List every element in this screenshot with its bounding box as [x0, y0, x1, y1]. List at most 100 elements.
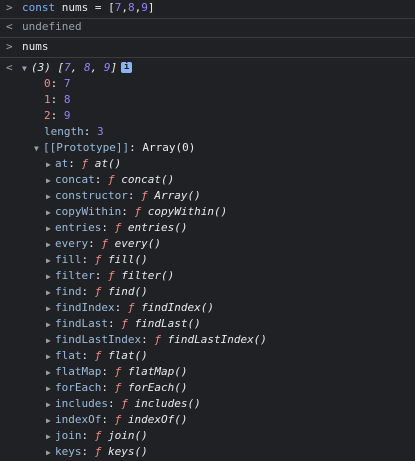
method-name: findIndex [55, 301, 115, 314]
method-name: entries [55, 221, 102, 234]
method-row[interactable]: ▶ filter: ƒ filter() [0, 268, 415, 284]
method-signature: includes() [134, 397, 201, 410]
method-row[interactable]: ▶ findLast: ƒ findLast() [0, 316, 415, 332]
prototype-key: [[Prototype]] [43, 141, 130, 154]
result-chevron-icon: < [6, 61, 13, 74]
method-row[interactable]: ▶ find: ƒ find() [0, 284, 415, 300]
collapse-triangle-icon[interactable]: ▶ [46, 189, 55, 205]
function-marker-icon: ƒ [114, 365, 122, 378]
expand-triangle-icon[interactable]: ▼ [22, 61, 31, 77]
collapse-triangle-icon[interactable]: ▶ [46, 445, 55, 461]
collapse-triangle-icon[interactable]: ▶ [46, 397, 55, 413]
method-signature: indexOf() [127, 413, 188, 426]
array-entry-row: 2: 9 [0, 108, 415, 124]
method-row[interactable]: ▶ flat: ƒ flat() [0, 348, 415, 364]
collapse-triangle-icon[interactable]: ▶ [46, 429, 55, 445]
console-input-line[interactable]: > nums [0, 39, 415, 55]
method-row[interactable]: ▶ constructor: ƒ Array() [0, 188, 415, 204]
method-row[interactable]: ▶ at: ƒ at() [0, 156, 415, 172]
length-row: length: 3 [0, 124, 415, 140]
bracket-token: ] [110, 61, 118, 74]
expand-triangle-icon[interactable]: ▼ [34, 141, 43, 157]
function-marker-icon: ƒ [94, 285, 102, 298]
method-row[interactable]: ▶ findIndex: ƒ findIndex() [0, 300, 415, 316]
collapse-triangle-icon[interactable]: ▶ [46, 333, 55, 349]
entry-value: 7 [63, 77, 71, 90]
method-row[interactable]: ▶ fill: ƒ fill() [0, 252, 415, 268]
method-name: join [55, 429, 82, 442]
colon-token: : [114, 301, 122, 314]
result-chevron-icon: < [6, 20, 13, 33]
method-name: concat [55, 173, 95, 186]
console-output-line: < undefined [0, 19, 415, 35]
function-marker-icon: ƒ [94, 253, 102, 266]
method-signature: findLast() [134, 317, 201, 330]
method-name: fill [55, 253, 82, 266]
function-marker-icon: ƒ [94, 349, 102, 362]
method-row[interactable]: ▶ forEach: ƒ forEach() [0, 380, 415, 396]
collapse-triangle-icon[interactable]: ▶ [46, 317, 55, 333]
method-row[interactable]: ▶ flatMap: ƒ flatMap() [0, 364, 415, 380]
function-marker-icon: ƒ [154, 333, 161, 346]
method-row[interactable]: ▶ findLastIndex: ƒ findLastIndex() [0, 332, 415, 348]
method-row[interactable]: ▶ keys: ƒ keys() [0, 444, 415, 460]
collapse-triangle-icon[interactable]: ▶ [46, 205, 55, 221]
colon-token: : [50, 109, 58, 122]
collapse-triangle-icon[interactable]: ▶ [46, 301, 55, 317]
method-row[interactable]: ▶ entries: ƒ entries() [0, 220, 415, 236]
number-token: 8 [127, 1, 135, 14]
collapse-triangle-icon[interactable]: ▶ [46, 365, 55, 381]
array-count: (3) [31, 61, 51, 74]
info-icon[interactable]: i [121, 61, 133, 73]
colon-token: : [107, 317, 115, 330]
method-name: constructor [55, 189, 128, 202]
method-name: copyWithin [55, 205, 122, 218]
colon-token: : [101, 365, 108, 378]
colon-token: : [101, 221, 108, 234]
code-text: nums = [55, 1, 109, 14]
entry-key: 1 [44, 93, 51, 106]
bracket-token: ] [147, 1, 155, 14]
method-signature: every() [114, 237, 161, 250]
collapse-triangle-icon[interactable]: ▶ [46, 237, 55, 253]
collapse-triangle-icon[interactable]: ▶ [46, 173, 55, 189]
array-preview-row[interactable]: < ▼ (3) [7, 8, 9] i [0, 60, 415, 76]
collapse-triangle-icon[interactable]: ▶ [46, 413, 55, 429]
collapse-triangle-icon[interactable]: ▶ [46, 285, 55, 301]
method-row[interactable]: ▶ includes: ƒ includes() [0, 396, 415, 412]
array-preview[interactable]: ▼ (3) [7, 8, 9] i [22, 60, 133, 77]
collapse-triangle-icon[interactable]: ▶ [46, 381, 55, 397]
console-input-line[interactable]: > const nums = [7,8,9] [0, 0, 415, 16]
method-signature: Array() [154, 189, 201, 202]
collapse-triangle-icon[interactable]: ▶ [46, 349, 55, 365]
colon-token: : [121, 205, 128, 218]
collapse-triangle-icon[interactable]: ▶ [46, 221, 55, 237]
method-name: find [55, 285, 82, 298]
prototype-value: Array(0) [142, 141, 196, 154]
function-marker-icon: ƒ [114, 381, 122, 394]
method-name: indexOf [55, 413, 102, 426]
prototype-row[interactable]: ▼ [[Prototype]]: Array(0) [0, 140, 415, 156]
collapse-triangle-icon[interactable]: ▶ [46, 253, 55, 269]
method-row[interactable]: ▶ concat: ƒ concat() [0, 172, 415, 188]
length-key: length [44, 125, 84, 138]
function-marker-icon: ƒ [94, 445, 102, 458]
undefined-result: undefined [22, 20, 82, 33]
method-signature: join() [108, 429, 148, 442]
method-signature: copyWithin() [147, 205, 228, 218]
colon-token: : [101, 381, 108, 394]
entry-key: 2 [44, 109, 51, 122]
collapse-triangle-icon[interactable]: ▶ [46, 157, 55, 173]
method-name: includes [55, 397, 108, 410]
method-row[interactable]: ▶ every: ƒ every() [0, 236, 415, 252]
collapse-triangle-icon[interactable]: ▶ [46, 269, 55, 285]
method-signature: concat() [121, 173, 175, 186]
method-row[interactable]: ▶ join: ƒ join() [0, 428, 415, 444]
bracket-token: [ [108, 1, 115, 14]
method-row[interactable]: ▶ copyWithin: ƒ copyWithin() [0, 204, 415, 220]
colon-token: : [94, 173, 102, 186]
colon-token: : [141, 333, 148, 346]
colon-token: : [107, 397, 115, 410]
method-row[interactable]: ▶ indexOf: ƒ indexOf() [0, 412, 415, 428]
colon-token: : [83, 125, 91, 138]
